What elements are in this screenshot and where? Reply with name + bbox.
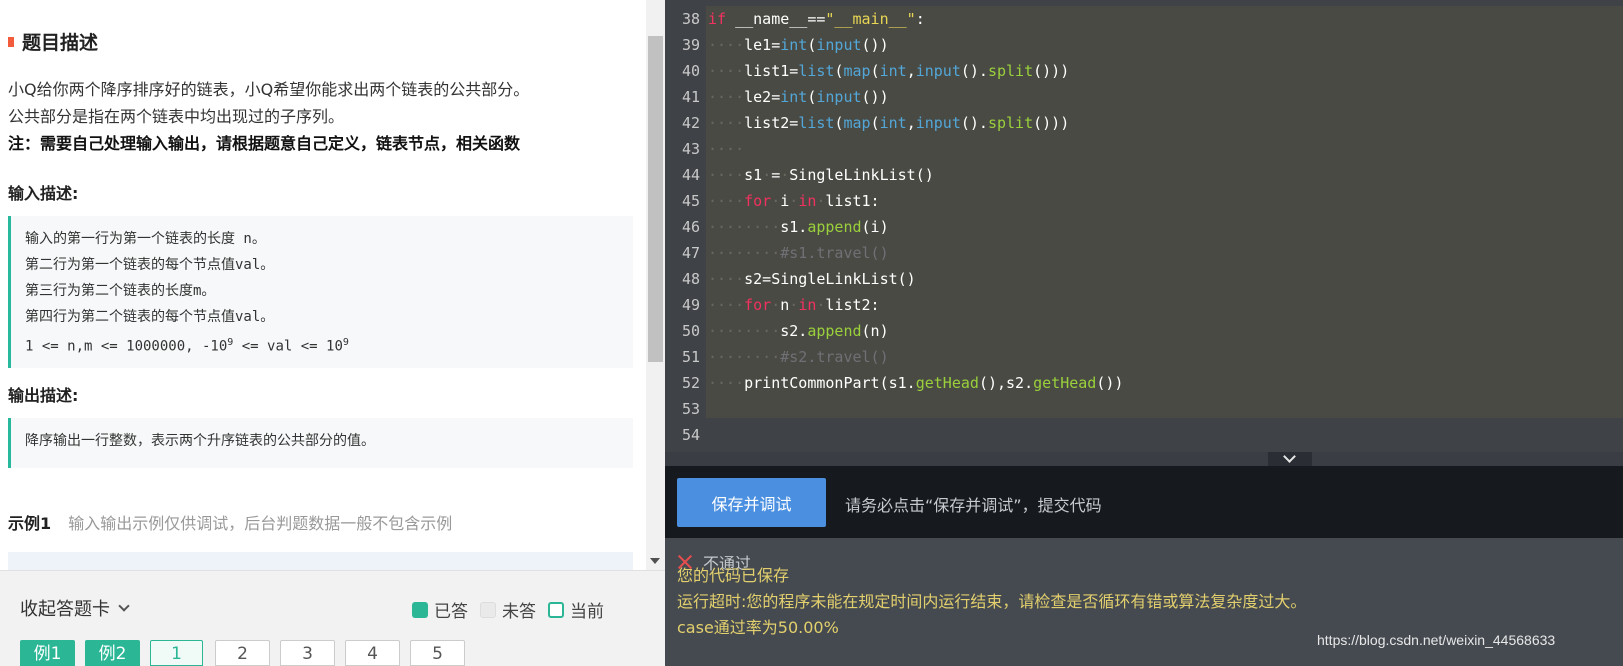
range-exp-2: 9 xyxy=(342,337,349,348)
collapse-editor-handle[interactable] xyxy=(1268,450,1312,466)
desc-note: 注：需要自己处理输入输出，请根据题意自己定义，链表节点，相关函数 xyxy=(8,134,521,153)
save-and-debug-button[interactable]: 保存并调试 xyxy=(677,478,826,527)
current-square-icon xyxy=(548,601,564,618)
input-line: 第四行为第二个链表的每个节点值val。 xyxy=(25,309,275,325)
watermark: https://blog.csdn.net/weixin_44568633 xyxy=(1317,632,1556,648)
output-description-box: 降序输出一行整数，表示两个升序链表的公共部分的值。 xyxy=(8,418,633,468)
input-line: 第三行为第二个链表的长度m。 xyxy=(25,283,216,299)
problem-scrollbar[interactable] xyxy=(646,0,665,570)
line-number: 51 xyxy=(681,348,700,366)
line-number: 47 xyxy=(681,244,700,262)
line-number: 46 xyxy=(681,218,700,236)
result-panel: 不通过 您的代码已保存 运行超时:您的程序未能在规定时间内运行结束，请检查是否循… xyxy=(665,538,1623,666)
problem-title-text: 题目描述 xyxy=(22,32,99,54)
range-mid: <= val <= 10 xyxy=(233,338,343,355)
result-saved: 您的代码已保存 xyxy=(677,566,790,585)
input-line: 输入的第一行为第一个链表的长度 n。 xyxy=(25,231,266,247)
code-line: ····le2=int(input()) xyxy=(708,88,889,106)
legend-answered-label: 已答 xyxy=(434,602,468,622)
legend-unanswered: 未答 xyxy=(480,597,536,622)
line-number: 49 xyxy=(681,296,700,314)
range-prefix: 1 <= n,m <= 1000000, -10 xyxy=(25,338,228,355)
code-line: if __name__=="__main__": xyxy=(708,10,925,28)
question-button-1[interactable]: 1 xyxy=(150,640,203,666)
collapse-label: 收起答题卡 xyxy=(20,599,110,620)
unanswered-square-icon xyxy=(480,601,496,618)
question-button-5[interactable]: 5 xyxy=(410,640,465,666)
question-button-4[interactable]: 4 xyxy=(345,640,400,666)
line-number: 54 xyxy=(681,426,700,444)
code-line: ····for·i·in·list1: xyxy=(708,192,880,210)
line-number: 44 xyxy=(681,166,700,184)
editor-divider[interactable] xyxy=(665,450,1623,466)
desc-line: 小Q给你两个降序排序好的链表，小Q希望你能求出两个链表的公共部分。 xyxy=(8,80,530,99)
scrollbar-thumb[interactable] xyxy=(648,36,663,362)
code-line: ···· xyxy=(708,140,745,158)
desc-line: 公共部分是指在两个链表中均出现过的子序列。 xyxy=(8,107,345,126)
code-line: ········s2.append(n) xyxy=(708,322,889,340)
legend-current: 当前 xyxy=(548,597,604,622)
legend-answered: 已答 xyxy=(412,597,468,622)
line-number: 43 xyxy=(681,140,700,158)
title-marker-icon xyxy=(8,36,14,47)
line-number: 39 xyxy=(681,36,700,54)
editor-pane: 38 39 40 41 42 43 44 45 46 47 48 49 50 5… xyxy=(665,0,1623,666)
code-line: ····s2=SingleLinkList() xyxy=(708,270,916,288)
problem-pane: 题目描述 小Q给你两个降序排序好的链表，小Q希望你能求出两个链表的公共部分。 公… xyxy=(0,0,665,666)
code-line: ····le1=int(input()) xyxy=(708,36,889,54)
code-line: ····printCommonPart(s1.getHead(),s2.getH… xyxy=(708,374,1124,392)
input-description-box: 输入的第一行为第一个链表的长度 n。 第二行为第一个链表的每个节点值val。 第… xyxy=(8,216,633,368)
collapse-answer-card-button[interactable]: 收起答题卡 xyxy=(20,595,130,621)
problem-description: 小Q给你两个降序排序好的链表，小Q希望你能求出两个链表的公共部分。 公共部分是指… xyxy=(8,76,529,157)
line-number-gutter: 38 39 40 41 42 43 44 45 46 47 48 49 50 5… xyxy=(665,6,706,448)
output-line: 降序输出一行整数，表示两个升序链表的公共部分的值。 xyxy=(25,433,375,449)
output-title: 输出描述: xyxy=(8,386,79,405)
example-note: 输入输出示例仅供调试，后台判题数据一般不包含示例 xyxy=(68,514,453,533)
example-box xyxy=(8,552,633,570)
code-line: ········#s1.travel() xyxy=(708,244,889,262)
action-bar: 保存并调试 请务必点击“保存并调试”，提交代码 xyxy=(665,466,1623,538)
answered-square-icon xyxy=(412,601,428,618)
line-number: 45 xyxy=(681,192,700,210)
question-button-2[interactable]: 2 xyxy=(215,640,270,666)
input-line: 第二行为第一个链表的每个节点值val。 xyxy=(25,257,275,273)
code-editor[interactable]: 38 39 40 41 42 43 44 45 46 47 48 49 50 5… xyxy=(665,0,1623,452)
code-line: ····list1=list(map(int,input().split())) xyxy=(708,62,1070,80)
example-label: 示例1 xyxy=(8,514,52,533)
line-number: 53 xyxy=(681,400,700,418)
problem-title: 题目描述 xyxy=(8,28,98,55)
chevron-down-icon xyxy=(118,600,130,612)
code-line: ····s1·=·SingleLinkList() xyxy=(708,166,934,184)
line-number: 38 xyxy=(681,10,700,28)
code-line: ········s1.append(i) xyxy=(708,218,889,236)
code-line: ····for·n·in·list2: xyxy=(708,296,880,314)
line-number: 52 xyxy=(681,374,700,392)
line-number: 42 xyxy=(681,114,700,132)
line-number: 48 xyxy=(681,270,700,288)
result-timeout: 运行超时:您的程序未能在规定时间内运行结束，请检查是否循环有错或算法复杂度过大。 xyxy=(677,592,1307,611)
code-line: ····list2=list(map(int,input().split())) xyxy=(708,114,1070,132)
line-number: 40 xyxy=(681,62,700,80)
scroll-down-icon[interactable] xyxy=(650,558,660,564)
question-button-3[interactable]: 3 xyxy=(280,640,335,666)
input-range: 1 <= n,m <= 1000000, -109 <= val <= 109 xyxy=(25,330,619,360)
question-button-example-1[interactable]: 例1 xyxy=(20,640,75,666)
example-header: 示例1 输入输出示例仅供调试，后台判题数据一般不包含示例 xyxy=(8,510,452,534)
problem-scroll-area[interactable]: 题目描述 小Q给你两个降序排序好的链表，小Q希望你能求出两个链表的公共部分。 公… xyxy=(0,0,646,570)
question-button-example-2[interactable]: 例2 xyxy=(85,640,140,666)
line-number: 50 xyxy=(681,322,700,340)
save-hint: 请务必点击“保存并调试”，提交代码 xyxy=(845,496,1102,515)
input-title: 输入描述: xyxy=(8,184,79,203)
code-line: ········#s2.travel() xyxy=(708,348,889,366)
code-content[interactable]: if __name__=="__main__": ····le1=int(inp… xyxy=(708,6,1123,448)
legend-unanswered-label: 未答 xyxy=(502,602,536,622)
result-pass-rate: case通过率为50.00% xyxy=(677,618,839,637)
legend-current-label: 当前 xyxy=(570,602,604,622)
chevron-down-icon xyxy=(1283,450,1296,463)
line-number: 41 xyxy=(681,88,700,106)
